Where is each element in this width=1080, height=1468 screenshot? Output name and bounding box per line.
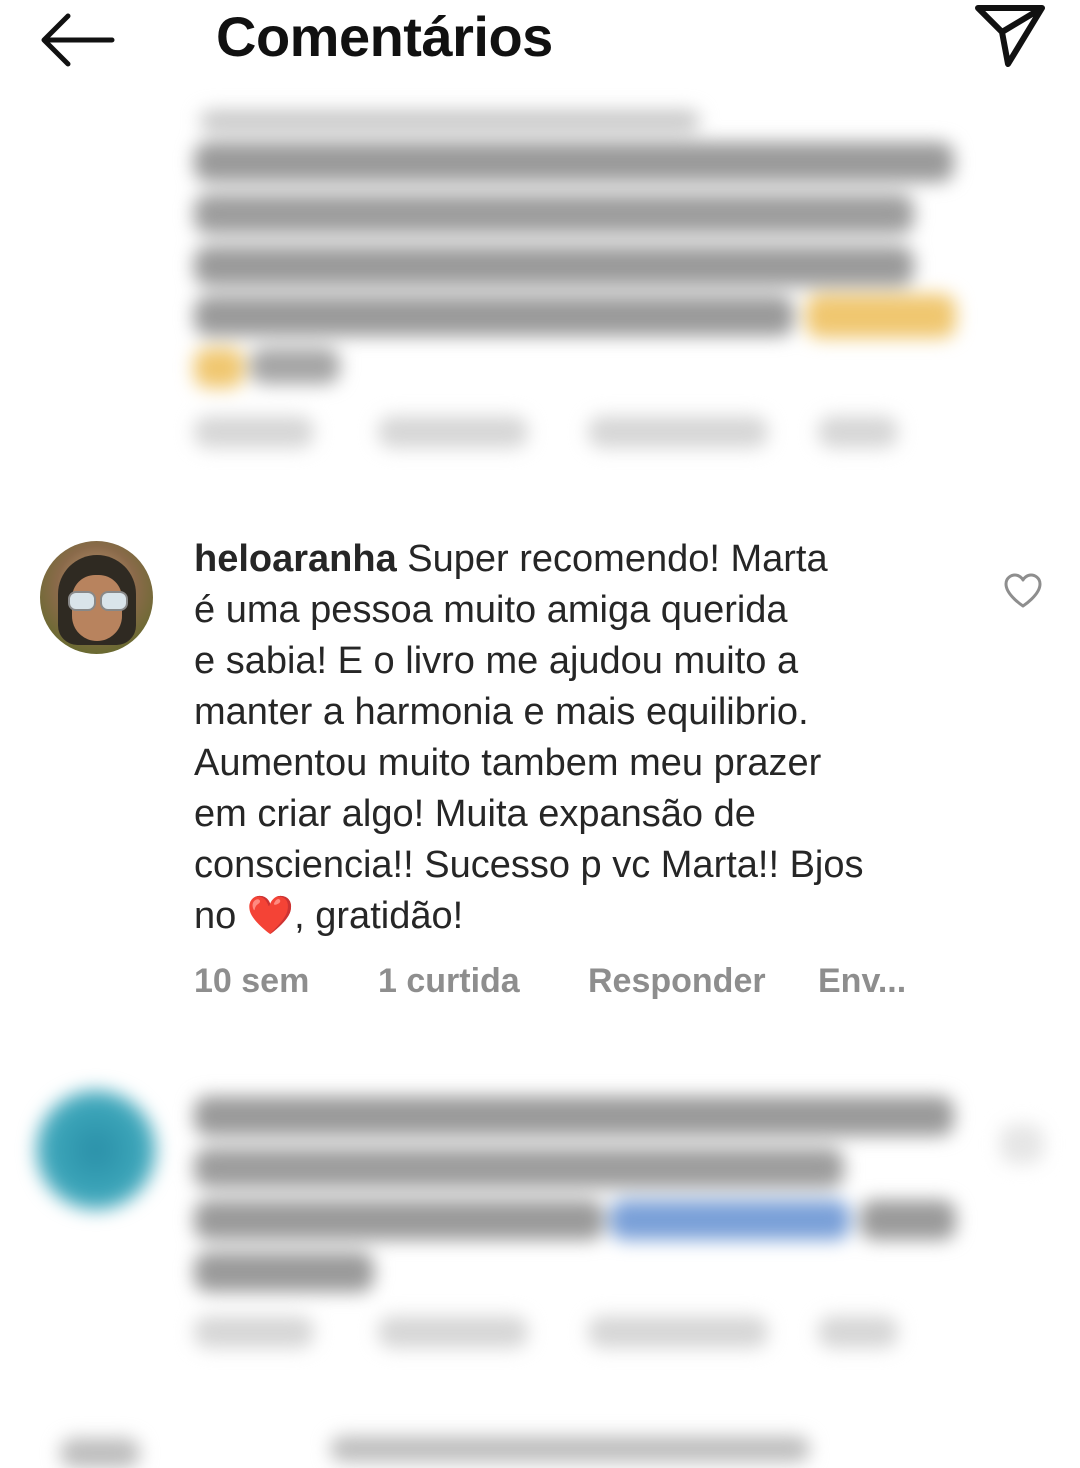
- comment-line: é uma pessoa muito amiga querida: [194, 589, 788, 631]
- comment: heloaranha Super recomendo! Marta é uma …: [194, 534, 974, 942]
- heart-emoji: ❤️: [246, 895, 295, 937]
- comment-line: Super recomendo! Marta: [396, 538, 828, 580]
- comment-line: manter a harmonia e mais equilibrio.: [194, 691, 809, 733]
- send-button[interactable]: Env...: [818, 962, 906, 1001]
- comment-line: , gratidão!: [294, 895, 464, 937]
- comment-line: no: [194, 895, 247, 937]
- avatar[interactable]: [40, 541, 153, 654]
- back-arrow-icon[interactable]: [40, 10, 116, 70]
- likes-count-link[interactable]: 1 curtida: [378, 962, 520, 1001]
- reply-button[interactable]: Responder: [588, 962, 766, 1001]
- blurred-comment-below: [0, 1070, 1080, 1468]
- comment-time: 10 sem: [194, 962, 310, 1000]
- heart-outline-icon[interactable]: [1003, 573, 1043, 609]
- comment-username[interactable]: heloaranha: [194, 538, 397, 580]
- blurred-comment-above: [0, 90, 1080, 490]
- top-bar: Comentários: [0, 0, 1080, 90]
- comment-line: consciencia!! Sucesso p vc Marta!! Bjos: [194, 844, 864, 886]
- comment-line: em criar algo! Muita expansão de: [194, 793, 756, 835]
- comment-body: heloaranha Super recomendo! Marta é uma …: [194, 534, 974, 942]
- comment-line: Aumentou muito tambem meu prazer: [194, 742, 822, 784]
- comment-line: e sabia! E o livro me ajudou muito a: [194, 640, 799, 682]
- send-icon[interactable]: [972, 2, 1048, 70]
- page-title: Comentários: [216, 5, 553, 68]
